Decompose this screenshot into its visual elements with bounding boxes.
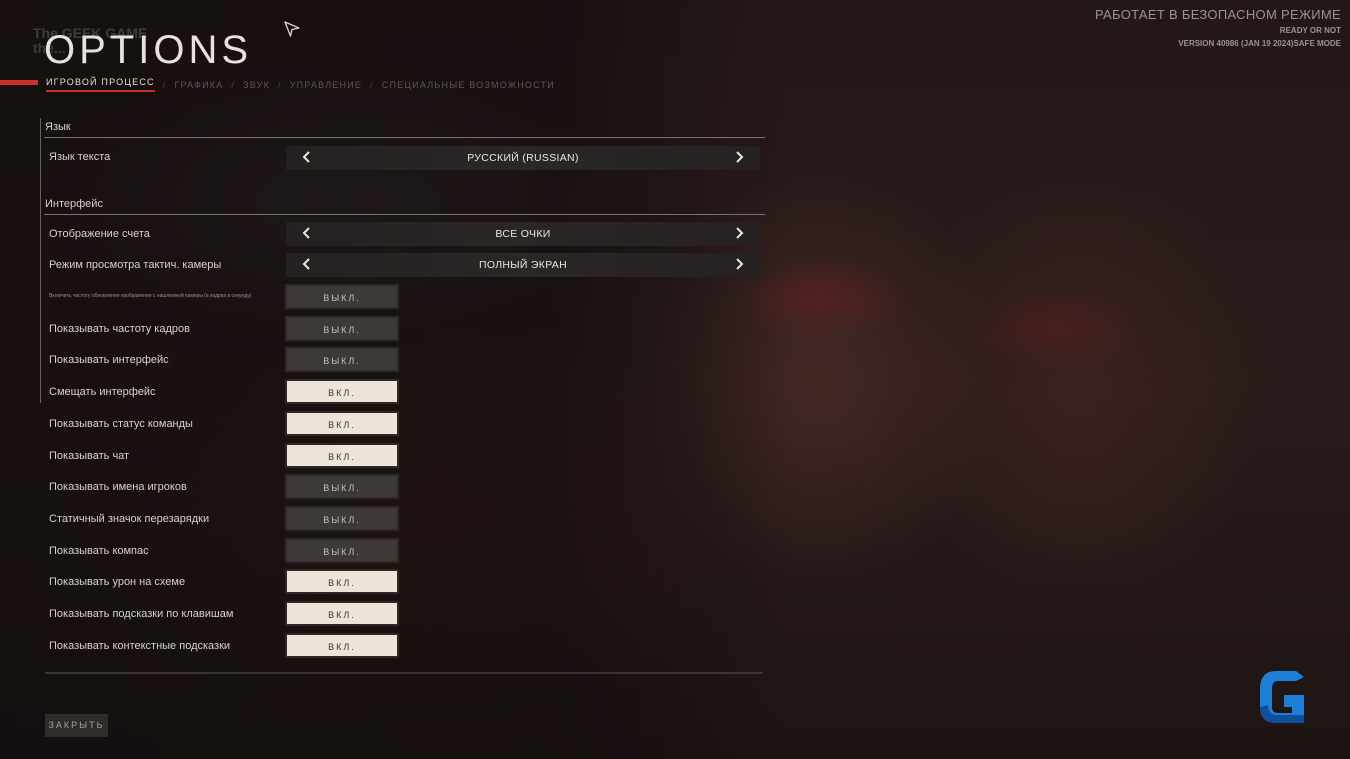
chevron-right-icon[interactable]	[732, 226, 746, 240]
score-display-value: ВСЕ ОЧКИ	[495, 228, 551, 240]
show-context-hints-label: Показывать контекстные подсказки	[49, 640, 231, 652]
text-language-selector[interactable]: РУССКИЙ (RUSSIAN)	[286, 146, 760, 170]
tab-sound[interactable]: ЗВУК	[243, 80, 270, 90]
mouse-cursor-icon	[283, 20, 301, 38]
static-reload-icon-toggle[interactable]: ВЫКЛ.	[285, 506, 399, 531]
show-key-hints-toggle[interactable]: ВКЛ.	[285, 601, 399, 626]
chevron-right-icon[interactable]	[732, 257, 746, 271]
score-display-label: Отображение счета	[49, 228, 150, 240]
active-tab-marker	[0, 80, 38, 85]
show-fps-toggle[interactable]: ВЫКЛ.	[285, 316, 399, 341]
show-compass-toggle[interactable]: ВЫКЛ.	[285, 538, 399, 563]
text-language-label: Язык текста	[49, 151, 111, 163]
panel-bottom-divider	[45, 672, 763, 674]
tab-separator: /	[231, 79, 236, 90]
show-player-names-toggle[interactable]: ВЫКЛ.	[285, 474, 399, 499]
shift-hud-label: Смещать интерфейс	[49, 386, 156, 398]
options-tabs: ИГРОВОЙ ПРОЦЕСС / ГРАФИКА / ЗВУК / УПРАВ…	[46, 77, 555, 92]
tab-graphics[interactable]: ГРАФИКА	[174, 80, 223, 90]
tab-separator: /	[278, 79, 282, 90]
show-fps-label: Показывать частоту кадров	[49, 323, 190, 335]
show-hud-label: Показывать интерфейс	[49, 354, 169, 366]
tab-accessibility[interactable]: СПЕЦИАЛЬНЫЕ ВОЗМОЖНОСТИ	[382, 80, 555, 90]
tactical-camera-value: ПОЛНЫЙ ЭКРАН	[479, 259, 567, 271]
show-team-status-label: Показывать статус команды	[49, 418, 193, 430]
game-name: READY OR NOT	[1279, 26, 1341, 35]
static-reload-icon-label: Статичный значок перезарядки	[49, 513, 210, 525]
tactical-camera-label: Режим просмотра тактич. камеры	[49, 259, 222, 271]
close-button[interactable]: ЗАКРЫТЬ	[45, 714, 108, 737]
tab-separator: /	[370, 79, 374, 90]
version-label: VERSION 40986 (JAN 19 2024)SAFE MODE	[1178, 39, 1341, 48]
show-damage-map-toggle[interactable]: ВКЛ.	[285, 569, 399, 594]
page-title: OPTIONS	[44, 28, 253, 72]
section-language: Язык	[44, 121, 765, 138]
tab-gameplay[interactable]: ИГРОВОЙ ПРОЦЕСС	[46, 77, 155, 92]
status-panel: РАБОТАЕТ В БЕЗОПАСНОМ РЕЖИМЕ READY OR NO…	[1095, 7, 1341, 48]
show-team-status-toggle[interactable]: ВКЛ.	[285, 411, 399, 436]
show-hud-toggle[interactable]: ВЫКЛ.	[285, 347, 399, 372]
show-chat-toggle[interactable]: ВКЛ.	[285, 443, 399, 468]
safe-mode-status: РАБОТАЕТ В БЕЗОПАСНОМ РЕЖИМЕ	[1094, 7, 1341, 22]
section-interface-title: Интерфейс	[45, 198, 103, 210]
show-chat-label: Показывать чат	[49, 450, 130, 462]
geek-game-logo-icon	[1256, 667, 1308, 727]
show-compass-label: Показывать компас	[49, 545, 149, 557]
score-display-selector[interactable]: ВСЕ ОЧКИ	[286, 222, 760, 246]
tab-separator: /	[162, 79, 167, 90]
panel-left-border	[40, 118, 41, 403]
text-language-value: РУССКИЙ (RUSSIAN)	[467, 152, 579, 164]
tab-controls[interactable]: УПРАВЛЕНИЕ	[290, 80, 362, 90]
section-divider	[44, 137, 765, 138]
show-context-hints-toggle[interactable]: ВКЛ.	[285, 633, 399, 658]
section-language-title: Язык	[45, 121, 71, 133]
section-interface: Интерфейс	[44, 198, 765, 215]
chevron-right-icon[interactable]	[732, 150, 746, 164]
section-divider	[44, 214, 765, 215]
show-key-hints-label: Показывать подсказки по клавишам	[49, 608, 234, 620]
show-player-names-label: Показывать имена игроков	[49, 481, 187, 493]
tactical-camera-selector[interactable]: ПОЛНЫЙ ЭКРАН	[286, 253, 760, 277]
helmet-cam-fps-label: Включить частоту обновления изображения …	[49, 293, 252, 299]
shift-hud-toggle[interactable]: ВКЛ.	[285, 379, 399, 404]
show-damage-map-label: Показывать урон на схеме	[49, 576, 186, 588]
helmet-cam-fps-toggle[interactable]: ВЫКЛ.	[285, 284, 399, 309]
